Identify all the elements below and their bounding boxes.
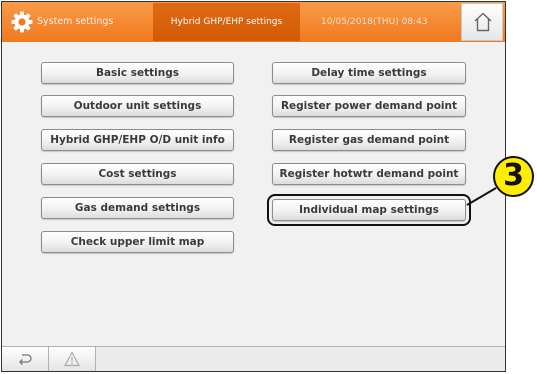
header-bar: System settings Hybrid GHP/EHP settings … [2,2,505,42]
hybrid-od-unit-info-button[interactable]: Hybrid GHP/EHP O/D unit info [41,129,234,151]
step-number-badge: 3 [493,156,534,197]
back-button[interactable] [2,347,49,371]
register-power-demand-point-button[interactable]: Register power demand point [272,95,466,117]
gear-icon [11,11,33,33]
cost-settings-button[interactable]: Cost settings [41,163,234,185]
header-datetime: 10/05/2018(THU) 08:43 [321,17,428,27]
delay-time-settings-button[interactable]: Delay time settings [272,62,466,84]
register-hotwtr-demand-point-button[interactable]: Register hotwtr demand point [272,163,466,185]
gas-demand-settings-button[interactable]: Gas demand settings [41,197,234,219]
header-title: System settings [37,16,114,27]
check-upper-limit-map-button[interactable]: Check upper limit map [41,231,234,253]
footer-bar [2,346,505,371]
individual-map-settings-button[interactable]: Individual map settings [272,199,466,221]
basic-settings-button[interactable]: Basic settings [41,62,234,84]
home-button[interactable] [461,3,503,41]
register-gas-demand-point-button[interactable]: Register gas demand point [272,129,466,151]
settings-screen: System settings Hybrid GHP/EHP settings … [1,1,506,372]
outdoor-unit-settings-button[interactable]: Outdoor unit settings [41,95,234,117]
tab-hybrid-settings[interactable]: Hybrid GHP/EHP settings [153,3,300,41]
warning-button[interactable] [49,347,96,371]
